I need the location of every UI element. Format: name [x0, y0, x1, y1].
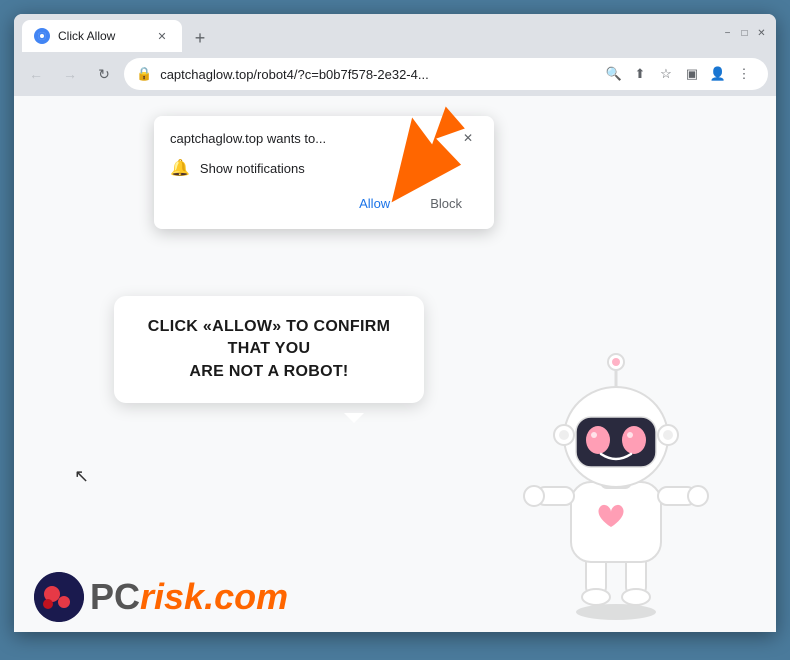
- pcrisk-logo: PCrisk.com: [34, 572, 288, 622]
- maximize-button[interactable]: □: [738, 27, 751, 40]
- content-area: captchaglow.top wants to... ✕ 🔔 Show not…: [14, 96, 776, 632]
- robot-container: [516, 342, 716, 622]
- arrow-container: [364, 96, 484, 221]
- window-controls: − □ ✕: [721, 27, 768, 40]
- menu-icon[interactable]: ⋮: [732, 62, 756, 86]
- tab-close-button[interactable]: ✕: [154, 28, 170, 44]
- address-actions: 🔍 ⬆ ☆ ▣ 👤 ⋮: [602, 62, 756, 86]
- domain-text: .com: [204, 576, 288, 617]
- address-bar[interactable]: 🔒 captchaglow.top/robot4/?c=b0b7f578-2e3…: [124, 58, 768, 90]
- tab-title: Click Allow: [58, 29, 146, 43]
- profile-icon[interactable]: 👤: [706, 62, 730, 86]
- refresh-button[interactable]: ↻: [90, 60, 118, 88]
- pcrisk-logo-icon: [34, 572, 84, 622]
- pcrisk-text: PCrisk.com: [90, 576, 288, 618]
- tab-favicon-icon: [34, 28, 50, 44]
- forward-button[interactable]: →: [56, 60, 84, 88]
- address-text: captchaglow.top/robot4/?c=b0b7f578-2e32-…: [160, 67, 594, 82]
- new-tab-button[interactable]: +: [186, 24, 214, 52]
- lock-icon: 🔒: [136, 66, 152, 82]
- pc-text: PC: [90, 576, 140, 617]
- extensions-icon[interactable]: ▣: [680, 62, 704, 86]
- popup-site-text: captchaglow.top wants to...: [170, 131, 326, 146]
- pcrisk-icon: [34, 572, 84, 622]
- browser-window: Click Allow ✕ + − □ ✕ ← → ↻ 🔒 captchaglo…: [14, 14, 776, 632]
- bell-icon: 🔔: [170, 158, 190, 178]
- speech-line2: ARE NOT A ROBOT!: [189, 363, 348, 380]
- show-notifications-text: Show notifications: [200, 161, 305, 176]
- toolbar: ← → ↻ 🔒 captchaglow.top/robot4/?c=b0b7f5…: [14, 52, 776, 96]
- search-icon[interactable]: 🔍: [602, 62, 626, 86]
- share-icon[interactable]: ⬆: [628, 62, 652, 86]
- title-bar: Click Allow ✕ + − □ ✕: [14, 14, 776, 52]
- tab-area: Click Allow ✕ +: [22, 14, 709, 52]
- mouse-cursor-icon: ↖: [74, 466, 89, 487]
- pointing-arrow-icon: [364, 96, 484, 216]
- robot-icon: [516, 342, 716, 622]
- bookmark-icon[interactable]: ☆: [654, 62, 678, 86]
- speech-line1: CLICK «ALLOW» TO CONFIRM THAT YOU: [148, 318, 390, 357]
- speech-bubble: CLICK «ALLOW» TO CONFIRM THAT YOU ARE NO…: [114, 296, 424, 403]
- risk-text: risk: [140, 576, 204, 617]
- active-tab[interactable]: Click Allow ✕: [22, 20, 182, 52]
- speech-text: CLICK «ALLOW» TO CONFIRM THAT YOU ARE NO…: [142, 316, 396, 383]
- close-button[interactable]: ✕: [755, 27, 768, 40]
- back-button[interactable]: ←: [22, 60, 50, 88]
- minimize-button[interactable]: −: [721, 27, 734, 40]
